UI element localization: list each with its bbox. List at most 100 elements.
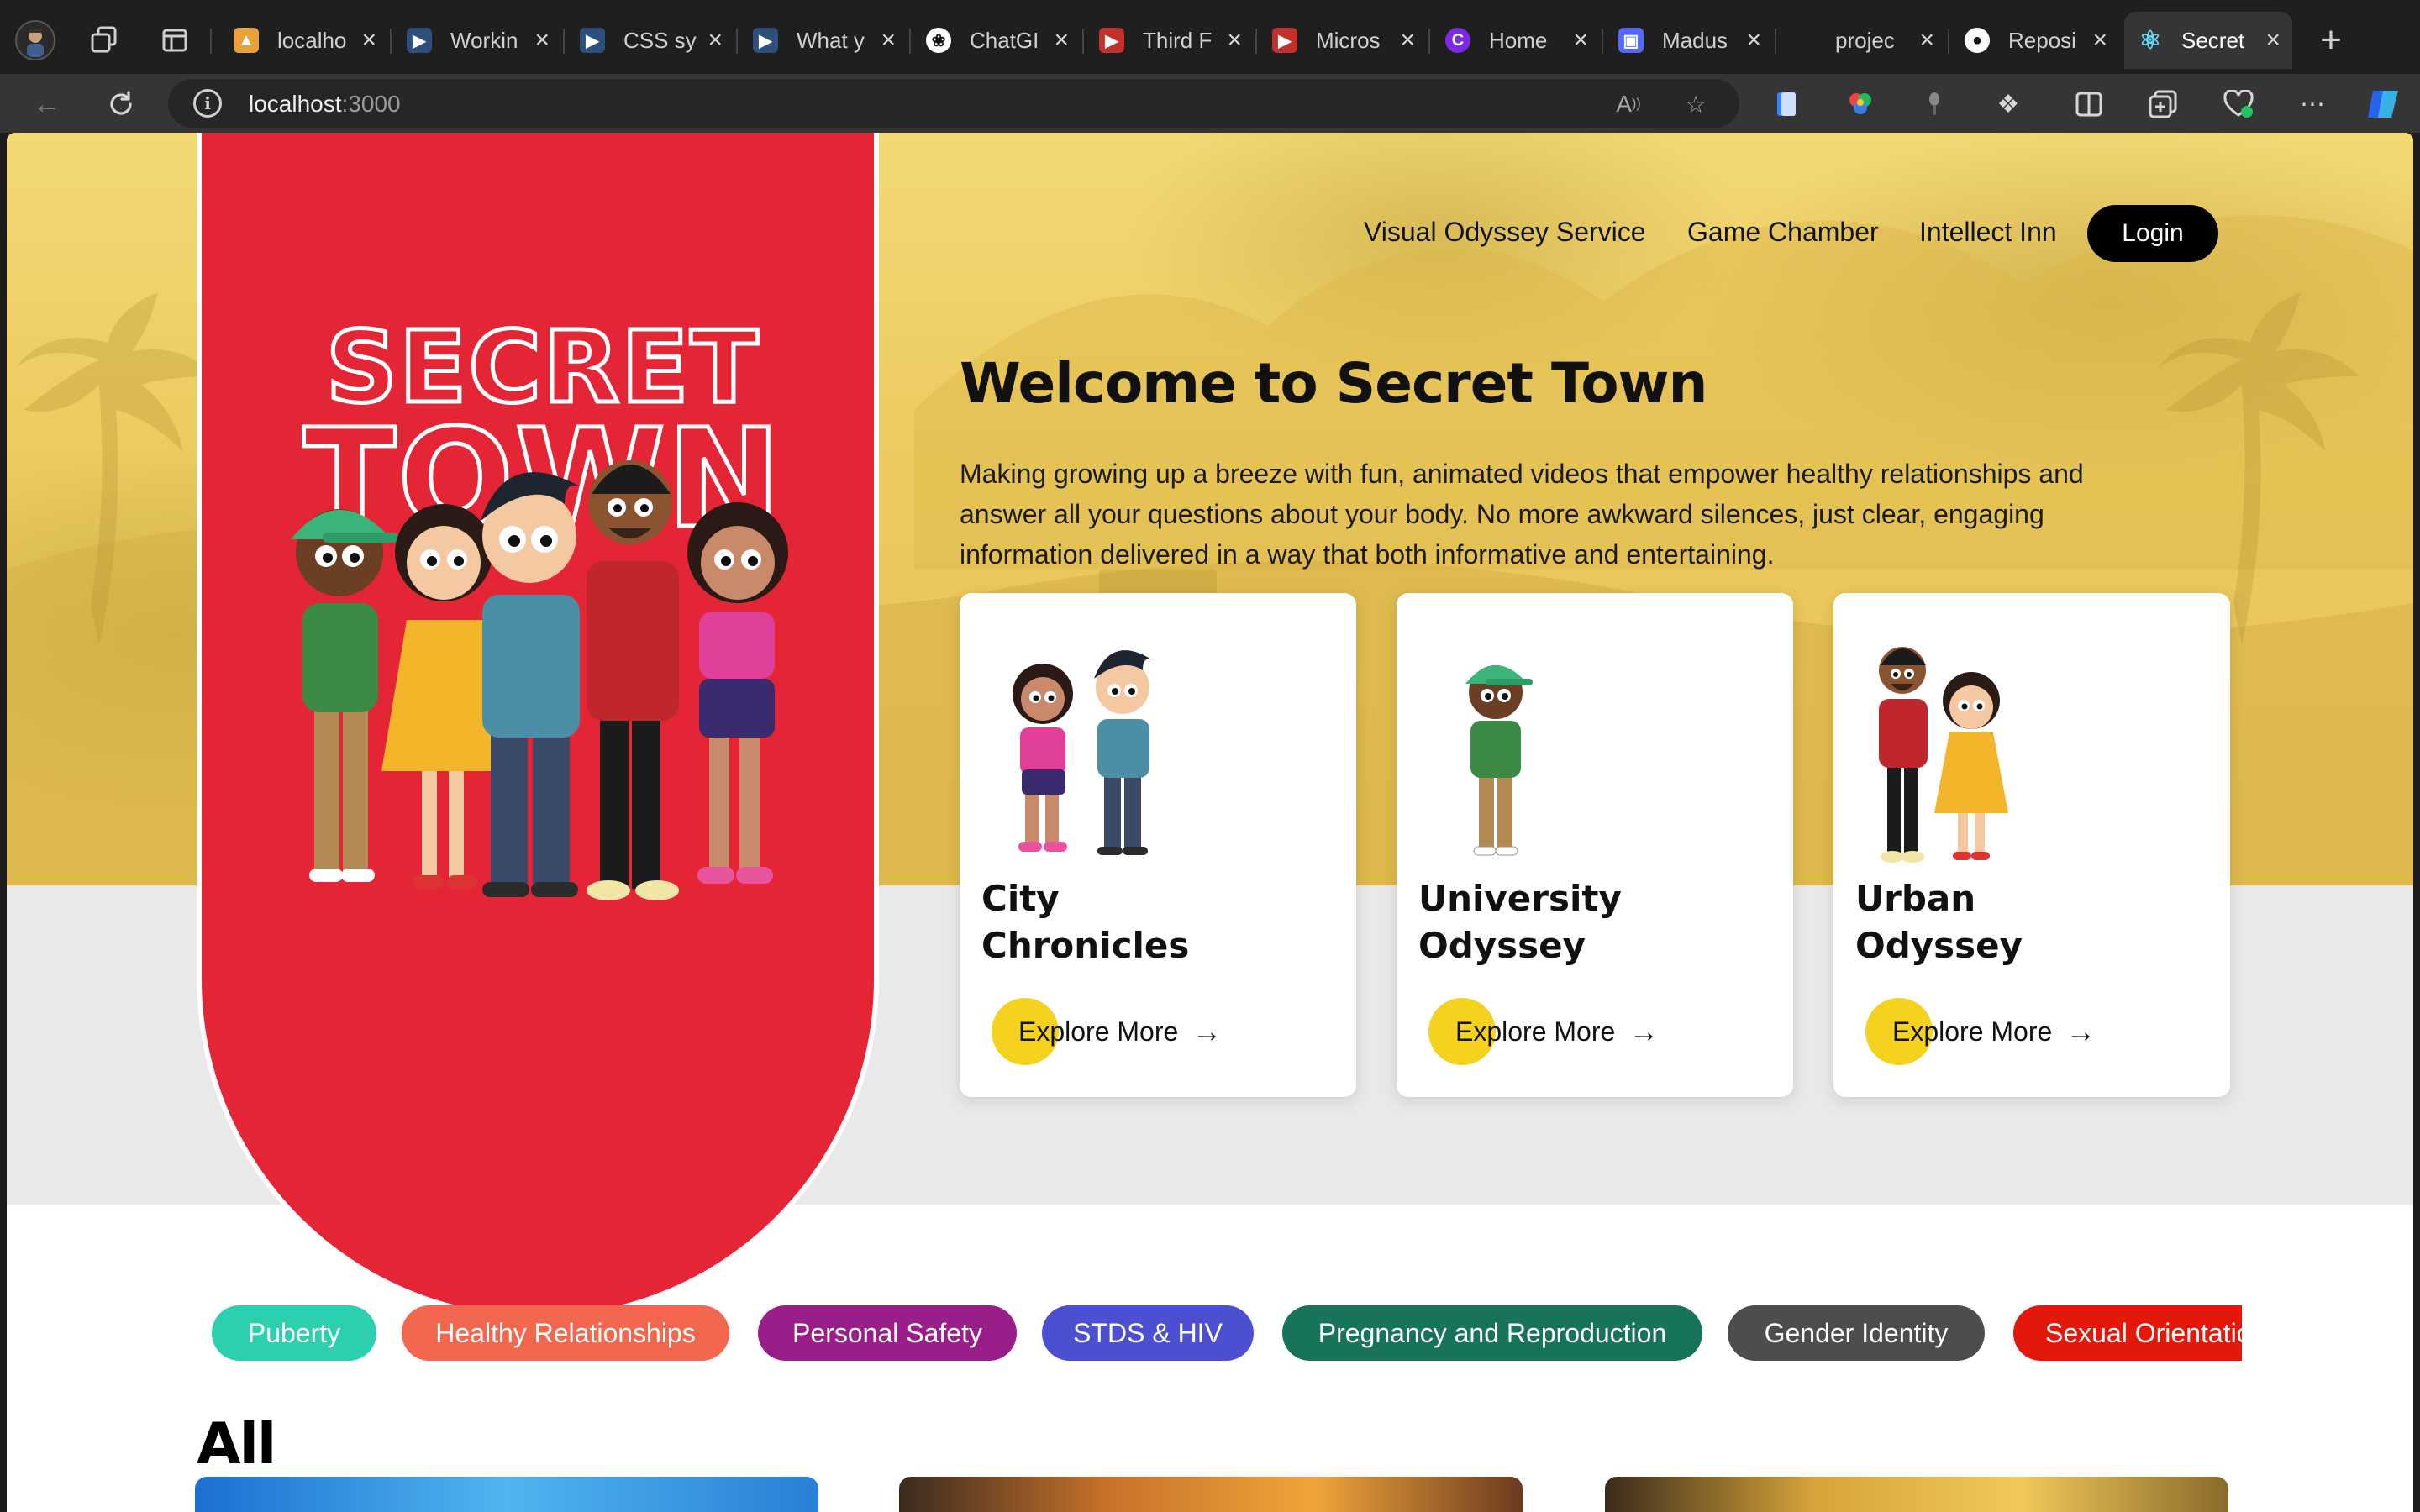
category-pill-gender-identity[interactable]: Gender Identity — [1728, 1305, 1985, 1361]
category-pill-sexual-orientation[interactable]: Sexual Orientation — [2013, 1305, 2242, 1361]
browser-tab[interactable]: ▶ Third F × — [1086, 12, 1254, 69]
site-info-icon[interactable]: i — [193, 89, 222, 118]
youtube-favicon-icon: ▶ — [1099, 28, 1124, 53]
tab-separator — [909, 29, 911, 54]
hero-arch-banner: SECRET TOWN — [197, 133, 879, 1320]
hero-description: Making growing up a breeze with fun, ani… — [960, 459, 2084, 570]
workspaces-icon[interactable] — [81, 17, 128, 64]
github-favicon-icon: ● — [1965, 28, 1990, 53]
browser-tab[interactable]: ▣ Madus × — [1605, 12, 1773, 69]
read-aloud-icon[interactable]: A)) — [1612, 87, 1645, 121]
browser-tab[interactable]: ❀ ChatGI × — [913, 12, 1081, 69]
video-thumbnail[interactable] — [195, 1477, 818, 1512]
video-thumbnail[interactable] — [899, 1477, 1523, 1512]
card-city-chronicles[interactable]: City Chronicles Explore More → — [960, 593, 1356, 1097]
youtube-favicon-icon: ▶ — [1272, 28, 1297, 53]
tab-title: Micros — [1316, 27, 1381, 53]
tab-title: Secret — [2181, 27, 2245, 53]
arrow-right-icon: → — [1192, 1014, 1223, 1048]
video-favicon-icon: ▶ — [753, 28, 778, 53]
category-pill-stds-hiv[interactable]: STDS & HIV — [1042, 1305, 1254, 1361]
close-tab-icon[interactable]: × — [881, 26, 896, 55]
close-tab-icon[interactable]: × — [1054, 26, 1069, 55]
video-favicon-icon: ▶ — [407, 28, 432, 53]
browser-tab[interactable]: ▶ What y × — [739, 12, 908, 69]
back-icon[interactable]: ← — [24, 81, 71, 128]
tab-title: Madus — [1662, 27, 1728, 53]
card-illustration — [1013, 650, 1153, 855]
card-university-odyssey[interactable]: University Odyssey Explore More → — [1397, 593, 1793, 1097]
browser-tab[interactable]: ▲ localho × — [220, 12, 388, 69]
login-button[interactable]: Login — [2087, 205, 2218, 262]
tab-actions-icon[interactable] — [151, 17, 198, 64]
close-tab-icon[interactable]: × — [1227, 26, 1242, 55]
explore-more-label: Explore More — [1892, 1016, 2053, 1047]
tab-title: localho — [277, 27, 347, 53]
tab-title: projec — [1835, 27, 1895, 53]
chatgpt-favicon-icon: ❀ — [926, 28, 951, 53]
page-title: Welcome to Secret Town — [960, 351, 1707, 416]
tab-separator — [736, 29, 738, 54]
browser-tab[interactable]: ▶ Workin × — [393, 12, 561, 69]
more-options-icon[interactable]: ⋯ — [2292, 84, 2333, 124]
canva-favicon-icon: C — [1445, 28, 1470, 53]
close-tab-icon[interactable]: × — [1746, 26, 1761, 55]
new-tab-button[interactable]: + — [2307, 17, 2354, 64]
close-tab-icon[interactable]: × — [1400, 26, 1415, 55]
explore-more-label: Explore More — [1455, 1016, 1616, 1047]
category-pill-pregnancy-reproduction[interactable]: Pregnancy and Reproduction — [1282, 1305, 1702, 1361]
category-pill-personal-safety[interactable]: Personal Safety — [758, 1305, 1017, 1361]
color-picker-extension-icon[interactable] — [1840, 84, 1881, 124]
nav-link-intellect-inn[interactable]: Intellect Inn — [1919, 217, 2057, 248]
tab-separator — [1602, 29, 1603, 54]
close-tab-icon[interactable]: × — [2265, 26, 2281, 55]
localhost-favicon-icon: ▲ — [234, 28, 259, 53]
close-tab-icon[interactable]: × — [2092, 26, 2107, 55]
browser-tab[interactable]: ⚛ Secret × — [2124, 12, 2292, 69]
card-title: University Odyssey — [1418, 878, 1622, 966]
close-tab-icon[interactable]: × — [534, 26, 550, 55]
extensions-puzzle-icon[interactable]: ❖ — [1988, 84, 2028, 124]
browser-tab[interactable]: ● Reposi × — [1951, 12, 2119, 69]
browser-tab[interactable]: ▶ Micros × — [1259, 12, 1427, 69]
tab-title: CSS sy — [623, 27, 697, 53]
browser-tab[interactable]: ▶ CSS sy × — [566, 12, 734, 69]
reload-icon[interactable] — [97, 81, 145, 128]
tab-separator — [1428, 29, 1430, 54]
tab-separator — [1082, 29, 1084, 54]
tab-title: Home — [1489, 27, 1548, 53]
nav-link-game-chamber[interactable]: Game Chamber — [1687, 217, 1879, 248]
explore-more-button[interactable]: Explore More → — [1865, 998, 2096, 1065]
collections-icon[interactable] — [2143, 84, 2183, 124]
arrow-right-icon: → — [2065, 1014, 2096, 1048]
browser-essentials-icon[interactable] — [2218, 84, 2259, 124]
video-thumbnail[interactable] — [1605, 1477, 2228, 1512]
close-tab-icon[interactable]: × — [1573, 26, 1588, 55]
extension-pin-icon[interactable] — [1914, 84, 1954, 124]
url-text[interactable]: localhost:3000 — [249, 91, 401, 118]
favorite-star-icon[interactable]: ☆ — [1679, 87, 1712, 121]
browser-tab[interactable]: projec × — [1778, 12, 1946, 69]
tab-separator — [563, 29, 565, 54]
explore-more-button[interactable]: Explore More → — [1428, 998, 1659, 1065]
browser-tab[interactable]: C Home × — [1432, 12, 1600, 69]
address-bar[interactable]: i localhost:3000 A)) ☆ — [168, 79, 1739, 128]
extension-doc-icon[interactable] — [1766, 84, 1807, 124]
copilot-icon[interactable] — [2363, 84, 2403, 124]
card-title: City Chronicles — [981, 878, 1190, 966]
profile-avatar-icon[interactable] — [12, 17, 59, 64]
arrow-right-icon: → — [1628, 1014, 1660, 1048]
category-pill-puberty[interactable]: Puberty — [212, 1305, 376, 1361]
split-screen-icon[interactable] — [2069, 84, 2109, 124]
nav-link-visual-odyssey-service[interactable]: Visual Odyssey Service — [1364, 217, 1646, 248]
close-tab-icon[interactable]: × — [1919, 26, 1934, 55]
close-tab-icon[interactable]: × — [361, 26, 376, 55]
close-tab-icon[interactable]: × — [708, 26, 723, 55]
card-urban-odyssey[interactable]: Urban Odyssey Explore More → — [1833, 593, 2230, 1097]
tab-title: Reposi — [2008, 27, 2076, 53]
page-viewport: SECRET TOWN — [7, 133, 2413, 1512]
explore-more-button[interactable]: Explore More → — [992, 998, 1222, 1065]
tab-separator — [390, 29, 392, 54]
category-pill-healthy-relationships[interactable]: Healthy Relationships — [402, 1305, 729, 1361]
tab-title: ChatGI — [970, 27, 1039, 53]
